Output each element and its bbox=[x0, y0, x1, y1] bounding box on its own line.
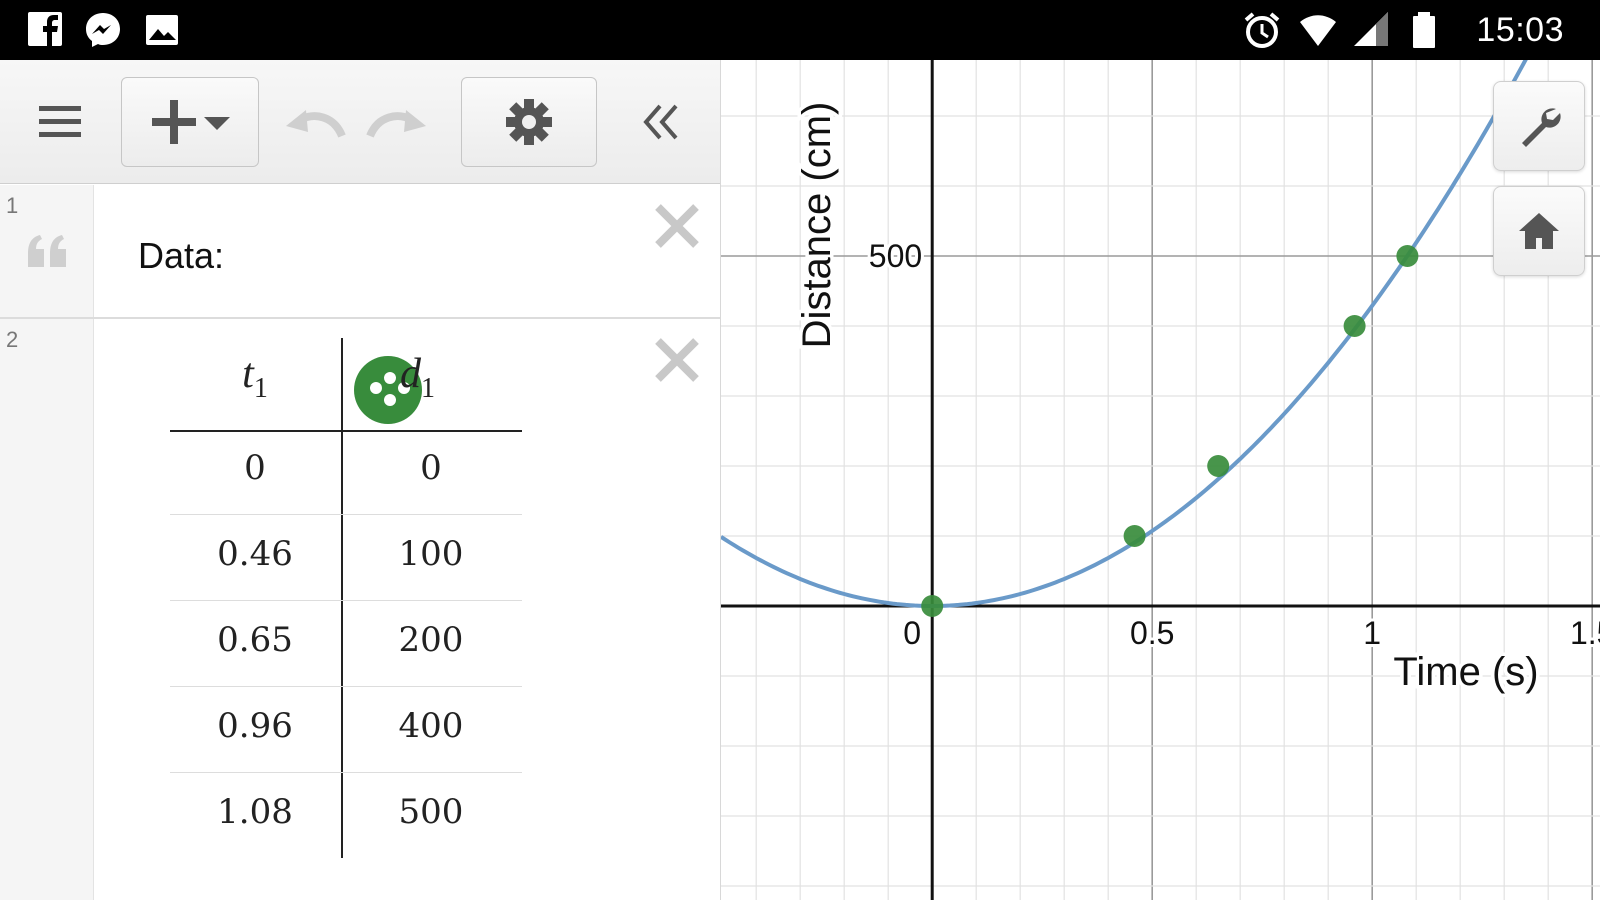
table-cell[interactable]: 1.08 bbox=[170, 792, 340, 832]
add-item-button[interactable] bbox=[121, 77, 259, 167]
expression-list: 1 Data: 2 t1 d1 0 0 0.46 100 0.65 200 0.… bbox=[0, 185, 720, 900]
data-point bbox=[1343, 315, 1366, 337]
collapse-panel-button[interactable] bbox=[630, 77, 690, 167]
graph-paper[interactable]: 0 0.5 1 1.5 500 Time (s) Distance (cm) bbox=[719, 0, 1600, 900]
y-axis-label: Distance (cm) bbox=[795, 102, 839, 349]
settings-icon bbox=[506, 99, 552, 145]
expression-index: 1 bbox=[6, 193, 19, 218]
x-tick-label: 1.5 bbox=[1570, 615, 1600, 651]
data-point bbox=[1123, 525, 1146, 547]
data-point bbox=[1207, 455, 1230, 477]
battery-icon bbox=[1413, 12, 1435, 48]
status-bar: 15:03 bbox=[0, 0, 1600, 60]
delete-expression-icon[interactable] bbox=[652, 335, 702, 385]
regression-curve bbox=[719, 0, 1560, 608]
undo-button[interactable] bbox=[282, 77, 348, 167]
table-row-rule bbox=[170, 772, 522, 773]
graph-canvas[interactable]: 0 0.5 1 1.5 500 Time (s) Distance (cm) bbox=[719, 0, 1600, 900]
home-icon bbox=[1519, 213, 1559, 249]
table-cell[interactable]: 0.65 bbox=[170, 620, 340, 660]
signal-icon bbox=[1354, 12, 1388, 46]
gallery-icon bbox=[146, 15, 178, 45]
expression-index: 2 bbox=[6, 327, 19, 352]
data-point bbox=[1396, 245, 1419, 267]
table-cell[interactable]: 100 bbox=[346, 534, 516, 574]
table-column-divider bbox=[341, 338, 343, 858]
table-cell[interactable]: 0.96 bbox=[170, 706, 340, 746]
toolbar bbox=[0, 60, 720, 184]
wrench-icon bbox=[1522, 108, 1561, 147]
table-cell[interactable]: 500 bbox=[346, 792, 516, 832]
delete-expression-icon[interactable] bbox=[652, 201, 702, 251]
table-cell[interactable]: 400 bbox=[346, 706, 516, 746]
table-row-rule bbox=[170, 686, 522, 687]
table-cell[interactable]: 200 bbox=[346, 620, 516, 660]
x-tick-label: 0.5 bbox=[1130, 615, 1174, 651]
redo-button[interactable] bbox=[364, 77, 430, 167]
table-cell[interactable]: 0.46 bbox=[170, 534, 340, 574]
expression-panel: 1 Data: 2 t1 d1 0 0 0.46 100 0.65 200 0.… bbox=[0, 60, 720, 900]
data-point bbox=[921, 595, 944, 617]
table-row-rule bbox=[170, 600, 522, 601]
table-cell[interactable]: 0 bbox=[170, 448, 340, 488]
table-header-t1[interactable]: t1 bbox=[170, 350, 340, 410]
expression-gutter bbox=[0, 319, 94, 900]
table-header-d1[interactable]: d1 bbox=[400, 350, 510, 410]
undo-icon bbox=[286, 110, 346, 138]
messenger-icon bbox=[86, 13, 120, 47]
note-text[interactable]: Data: bbox=[138, 235, 224, 277]
alarm-icon bbox=[1244, 12, 1280, 48]
y-tick-label: 500 bbox=[869, 238, 922, 274]
home-zoom-button[interactable] bbox=[1493, 186, 1585, 276]
graph-settings-button[interactable] bbox=[1493, 81, 1585, 171]
redo-icon bbox=[366, 110, 426, 138]
facebook-icon bbox=[28, 12, 62, 46]
collapse-icon bbox=[643, 104, 678, 140]
wifi-icon bbox=[1300, 15, 1336, 46]
note-quote-icon bbox=[28, 235, 66, 267]
x-tick-label: 0 bbox=[903, 615, 921, 651]
menu-icon bbox=[39, 106, 81, 137]
menu-button[interactable] bbox=[30, 77, 90, 167]
status-time: 15:03 bbox=[1476, 11, 1564, 49]
x-tick-label: 1 bbox=[1363, 615, 1381, 651]
add-item-icon bbox=[152, 100, 230, 144]
table-header-rule bbox=[170, 430, 522, 432]
expression-item-note[interactable]: 1 Data: bbox=[0, 185, 720, 317]
settings-button[interactable] bbox=[461, 77, 597, 167]
table-cell[interactable]: 0 bbox=[346, 448, 516, 488]
table-row-rule bbox=[170, 514, 522, 515]
x-axis-label: Time (s) bbox=[1393, 650, 1538, 694]
